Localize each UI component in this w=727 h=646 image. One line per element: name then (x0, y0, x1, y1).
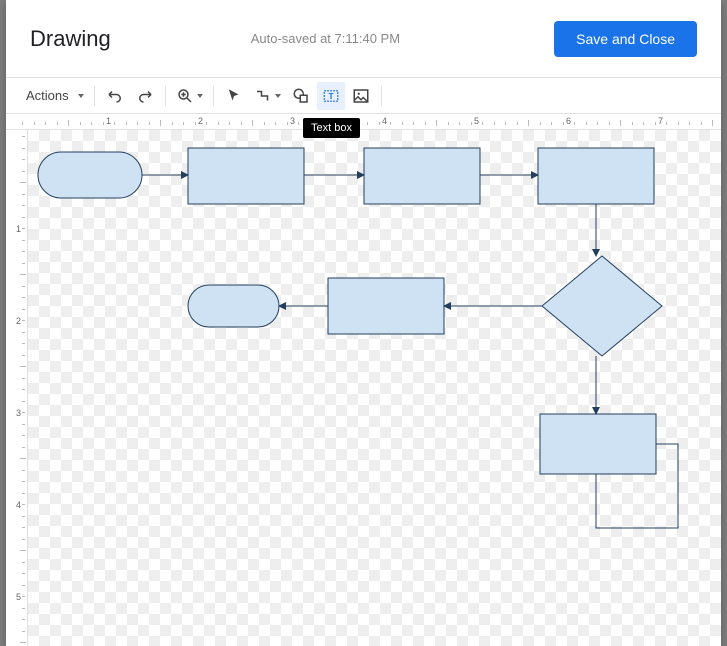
zoom-button[interactable] (172, 82, 207, 110)
image-tool-button[interactable] (347, 82, 375, 110)
save-and-close-button[interactable]: Save and Close (554, 21, 697, 57)
textbox-icon: T (322, 87, 340, 105)
ruler-v-label: 3 (16, 408, 21, 418)
flowchart-shapes (28, 130, 721, 646)
undo-icon (106, 87, 124, 105)
redo-icon (136, 87, 154, 105)
actions-label: Actions (20, 88, 75, 103)
textbox-tool-button[interactable]: T (317, 82, 345, 110)
flowchart-terminator[interactable] (38, 152, 142, 198)
flowchart-rect[interactable] (538, 148, 654, 204)
flowchart-terminator[interactable] (188, 285, 279, 327)
cursor-icon (225, 87, 243, 105)
ruler-vertical: 1 2 3 4 5 (12, 130, 28, 646)
toolbar-separator (165, 86, 166, 106)
ruler-v-label: 4 (16, 500, 21, 510)
toolbar-separator (381, 86, 382, 106)
shape-icon (292, 87, 310, 105)
ruler-v-label: 5 (16, 592, 21, 602)
ruler-horizontal: 1 2 3 4 5 6 7 (6, 114, 721, 130)
canvas-area: 1 2 3 4 5 (12, 130, 721, 646)
flowchart-rect[interactable] (328, 278, 444, 334)
chevron-down-icon (197, 94, 203, 98)
flowchart-rect[interactable] (540, 414, 656, 474)
undo-button[interactable] (101, 82, 129, 110)
chevron-down-icon (78, 94, 84, 98)
zoom-icon (176, 87, 194, 105)
toolbar-separator (94, 86, 95, 106)
ruler-h-label: 3 (290, 116, 295, 126)
dialog-title: Drawing (30, 26, 111, 52)
flowchart-rect[interactable] (188, 148, 304, 204)
ruler-h-label: 5 (474, 116, 479, 126)
ruler-v-label: 1 (16, 224, 21, 234)
toolbar: Actions T (6, 78, 721, 114)
line-icon (254, 87, 272, 105)
toolbar-separator (213, 86, 214, 106)
drawing-dialog: Drawing Auto-saved at 7:11:40 PM Save an… (6, 0, 721, 646)
redo-button[interactable] (131, 82, 159, 110)
svg-text:T: T (328, 92, 333, 101)
ruler-h-label: 7 (658, 116, 663, 126)
ruler-h-label: 2 (198, 116, 203, 126)
ruler-v-label: 2 (16, 316, 21, 326)
autosave-status: Auto-saved at 7:11:40 PM (111, 31, 554, 46)
textbox-tooltip: Text box (303, 118, 360, 138)
flowchart-rect[interactable] (364, 148, 480, 204)
chevron-down-icon (275, 94, 281, 98)
ruler-h-label: 6 (566, 116, 571, 126)
dialog-header: Drawing Auto-saved at 7:11:40 PM Save an… (6, 0, 721, 78)
ruler-h-label: 1 (106, 116, 111, 126)
actions-menu-button[interactable]: Actions (16, 82, 88, 110)
ruler-h-label: 4 (382, 116, 387, 126)
select-tool-button[interactable] (220, 82, 248, 110)
image-icon (352, 87, 370, 105)
line-tool-button[interactable] (250, 82, 285, 110)
drawing-canvas[interactable] (28, 130, 721, 646)
flowchart-diamond[interactable] (542, 256, 662, 356)
shape-tool-button[interactable] (287, 82, 315, 110)
